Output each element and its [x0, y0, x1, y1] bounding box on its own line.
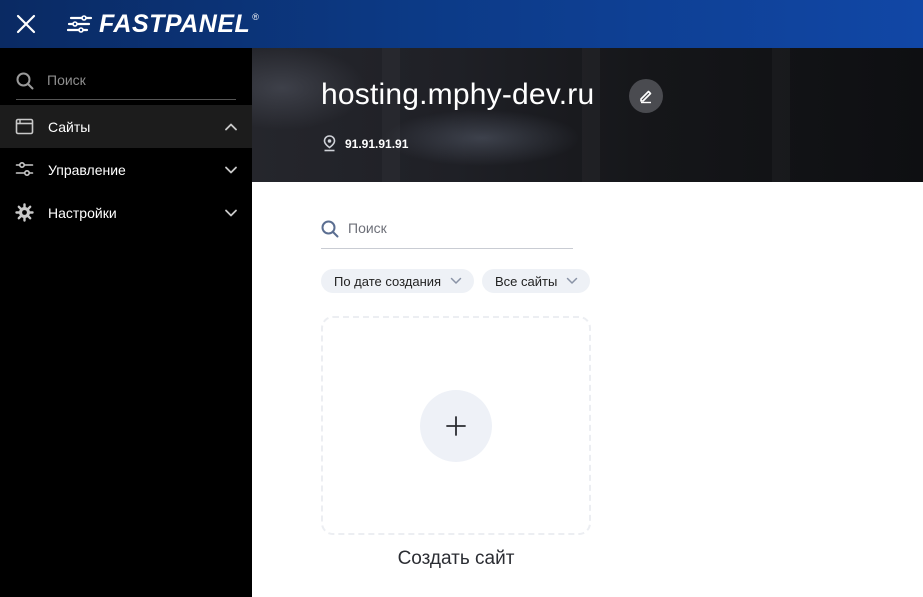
sidebar: Сайты Управление: [0, 48, 252, 597]
main-content: hosting.mphy-dev.ru 91.91.91.91 По дате …: [252, 48, 923, 597]
close-icon: [16, 14, 36, 34]
sites-search: [321, 216, 573, 249]
top-bar: FASTPANEL ®: [0, 0, 923, 48]
sidebar-search: [16, 68, 236, 100]
create-site-card[interactable]: [321, 316, 591, 535]
chevron-down-icon: [450, 277, 462, 284]
sidebar-item-label: Сайты: [48, 118, 91, 135]
ip-address: 91.91.91.91: [345, 136, 409, 151]
banner-decoration: [582, 48, 600, 182]
sidebar-item-sites[interactable]: Сайты: [0, 105, 252, 148]
pencil-icon: [640, 90, 652, 104]
sidebar-search-input[interactable]: [47, 68, 227, 92]
banner-decoration: [382, 48, 400, 182]
chevron-up-icon: [225, 123, 237, 131]
chevron-down-icon: [225, 209, 237, 217]
edit-site-button[interactable]: [629, 79, 663, 113]
sliders-icon: [15, 161, 34, 177]
sites-search-input[interactable]: [348, 216, 568, 240]
logo-text: FASTPANEL: [99, 9, 251, 38]
site-type-dropdown-label: Все сайты: [495, 273, 558, 289]
location-pin-icon: [323, 135, 336, 152]
search-icon: [16, 72, 34, 90]
site-type-dropdown[interactable]: Все сайты: [482, 269, 590, 293]
create-site-label[interactable]: Создать сайт: [321, 548, 591, 570]
sidebar-item-settings[interactable]: Настройки: [0, 191, 252, 234]
search-icon: [321, 220, 339, 238]
sort-dropdown[interactable]: По дате создания: [321, 269, 474, 293]
server-ip: 91.91.91.91: [323, 135, 408, 152]
page-title: hosting.mphy-dev.ru: [321, 78, 595, 111]
gear-icon: [15, 203, 34, 222]
chevron-down-icon: [567, 277, 578, 284]
sort-dropdown-label: По дате создания: [334, 273, 442, 289]
banner-decoration: [772, 48, 790, 182]
sidebar-item-label: Настройки: [48, 204, 117, 221]
sidebar-item-label: Управление: [48, 161, 126, 178]
fastpanel-logo[interactable]: FASTPANEL ®: [67, 10, 259, 38]
logo-sliders-icon: [67, 15, 93, 33]
plus-icon: [446, 416, 466, 436]
sidebar-item-management[interactable]: Управление: [0, 148, 252, 191]
chevron-down-icon: [225, 166, 237, 174]
logo-registered-mark: ®: [252, 12, 259, 22]
site-header-banner: hosting.mphy-dev.ru 91.91.91.91: [252, 48, 923, 182]
close-menu-button[interactable]: [14, 12, 38, 36]
window-icon: [15, 118, 34, 135]
add-site-button[interactable]: [420, 390, 492, 462]
